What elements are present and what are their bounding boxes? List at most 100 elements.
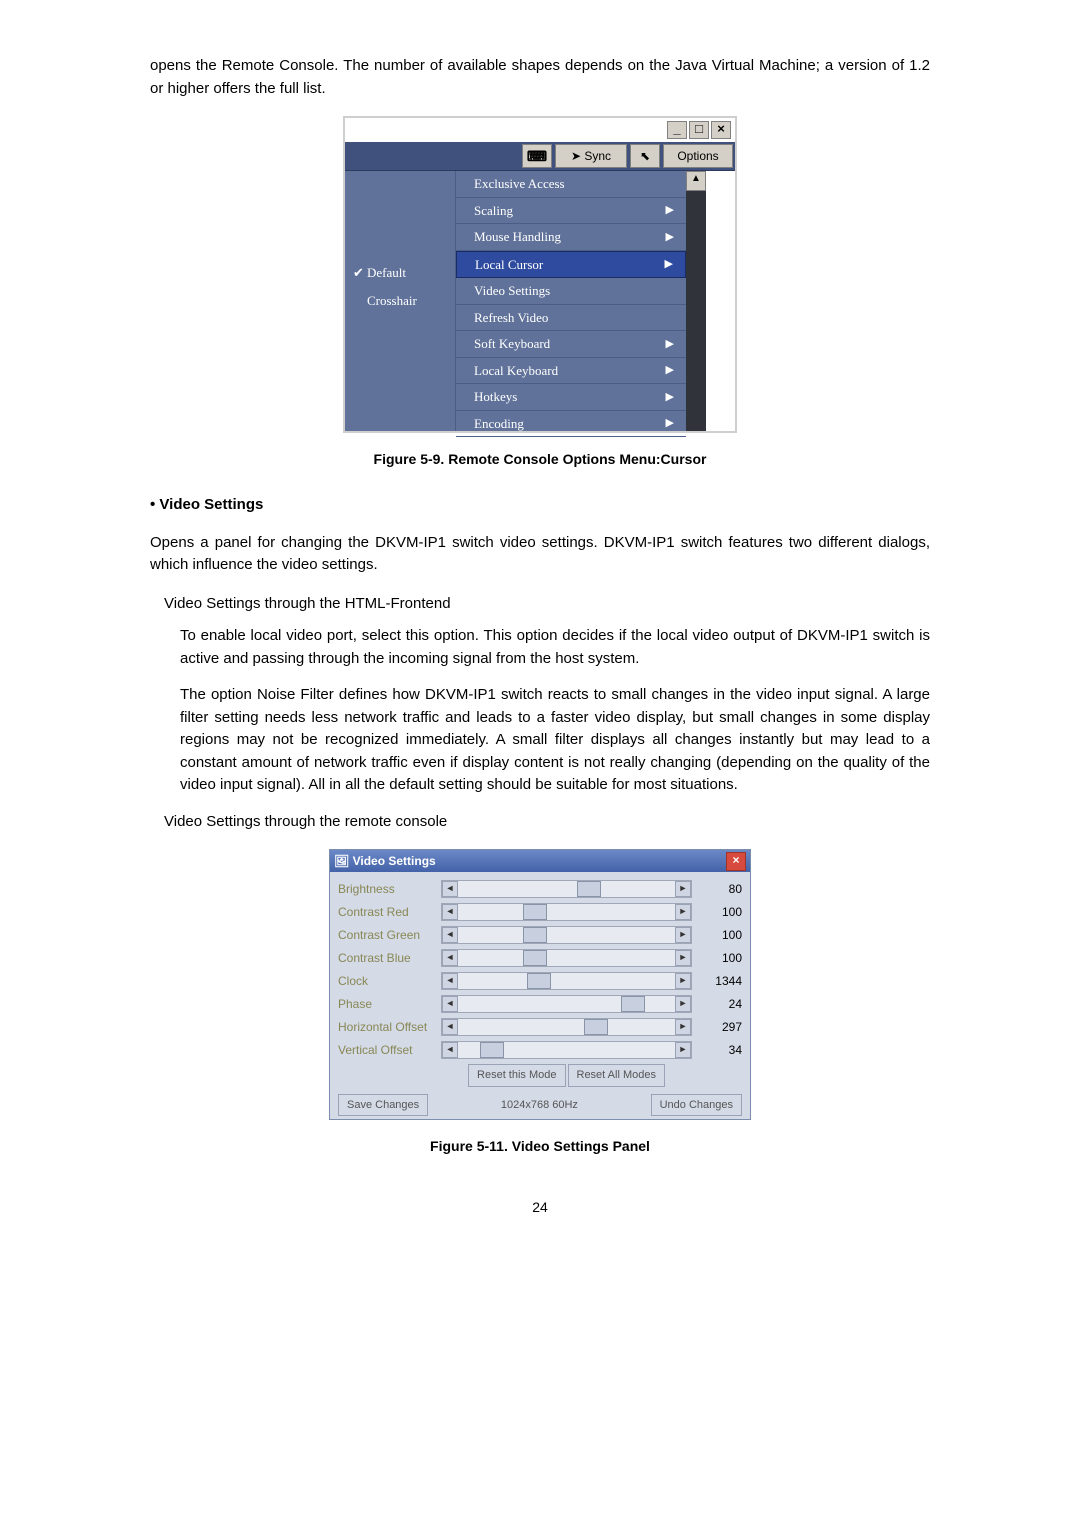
chevron-right-icon[interactable]: ►	[675, 1019, 691, 1035]
chevron-left-icon[interactable]: ◄	[442, 973, 458, 989]
row-contrast-green: Contrast Green ◄ ► 100	[338, 924, 742, 946]
chevron-right-icon[interactable]: ►	[675, 996, 691, 1012]
label-contrast-red: Contrast Red	[338, 903, 441, 921]
figure-1-caption: Figure 5-9. Remote Console Options Menu:…	[150, 449, 930, 470]
chevron-left-icon[interactable]: ◄	[442, 904, 458, 920]
label-contrast-green: Contrast Green	[338, 926, 441, 944]
menu-item-soft-keyboard[interactable]: Soft Keyboard ▶	[456, 331, 686, 358]
value-contrast-green: 100	[698, 926, 742, 944]
titlebar: _ □ ×	[345, 118, 735, 142]
slider-phase[interactable]: ◄ ►	[441, 995, 692, 1013]
submenu-default-label: Default	[367, 263, 406, 283]
menu-item-local-cursor[interactable]: Local Cursor ▶	[456, 251, 686, 279]
figure-2-caption: Figure 5-11. Video Settings Panel	[150, 1136, 930, 1157]
label-contrast-blue: Contrast Blue	[338, 949, 441, 967]
section-text: Opens a panel for changing the DKVM-IP1 …	[150, 532, 930, 577]
menu-item-local-keyboard[interactable]: Local Keyboard ▶	[456, 358, 686, 385]
slider-clock[interactable]: ◄ ►	[441, 972, 692, 990]
label-clock: Clock	[338, 972, 441, 990]
menu-item-scaling[interactable]: Scaling ▶	[456, 198, 686, 225]
slider-contrast-blue[interactable]: ◄ ►	[441, 949, 692, 967]
reset-all-modes-button[interactable]: Reset All Modes	[568, 1064, 665, 1087]
mid-buttons: Reset this Mode Reset All Modes	[441, 1064, 692, 1087]
chevron-right-icon[interactable]: ►	[675, 927, 691, 943]
menu-item-encoding[interactable]: Encoding ▶	[456, 411, 686, 438]
remote-console-window: _ □ × ⌨ ➤ Sync ⬉ Options ✔ Default	[343, 116, 737, 433]
sync-button[interactable]: ➤ Sync	[555, 144, 627, 168]
video-settings-window: 🖼 Video Settings × Brightness ◄ ► 80 Con…	[329, 849, 751, 1120]
pointer-icon: ➤	[571, 147, 581, 165]
slider-thumb[interactable]	[584, 1019, 608, 1035]
chevron-left-icon[interactable]: ◄	[442, 1019, 458, 1035]
value-brightness: 80	[698, 880, 742, 898]
maximize-icon[interactable]: □	[689, 121, 709, 139]
slider-thumb[interactable]	[621, 996, 645, 1012]
submenu-item-crosshair[interactable]: Crosshair	[345, 287, 455, 315]
slider-thumb[interactable]	[480, 1042, 504, 1058]
chevron-right-icon[interactable]: ►	[675, 904, 691, 920]
slider-thumb[interactable]	[523, 904, 547, 920]
row-contrast-red: Contrast Red ◄ ► 100	[338, 901, 742, 923]
slider-brightness[interactable]: ◄ ►	[441, 880, 692, 898]
titlebar: 🖼 Video Settings ×	[330, 850, 750, 872]
chevron-left-icon[interactable]: ◄	[442, 996, 458, 1012]
figure-1-container: _ □ × ⌨ ➤ Sync ⬉ Options ✔ Default	[150, 116, 930, 433]
undo-changes-button[interactable]: Undo Changes	[651, 1094, 742, 1117]
cursor-submenu: ✔ Default Crosshair	[345, 171, 455, 431]
value-clock: 1344	[698, 972, 742, 990]
close-icon[interactable]: ×	[726, 852, 746, 871]
value-contrast-red: 100	[698, 903, 742, 921]
chevron-right-icon[interactable]: ►	[675, 1042, 691, 1058]
panel-body: Brightness ◄ ► 80 Contrast Red ◄ ► 100 C	[330, 872, 750, 1119]
minimize-icon[interactable]: _	[667, 121, 687, 139]
slider-thumb[interactable]	[527, 973, 551, 989]
cursor-icon[interactable]: ⬉	[630, 144, 660, 168]
section-heading-video-settings: • Video Settings	[150, 494, 930, 517]
chevron-left-icon[interactable]: ◄	[442, 1042, 458, 1058]
chevron-right-icon[interactable]: ►	[675, 881, 691, 897]
chevron-left-icon[interactable]: ◄	[442, 950, 458, 966]
row-horizontal-offset: Horizontal Offset ◄ ► 297	[338, 1016, 742, 1038]
options-menu: Exclusive Access Scaling ▶ Mouse Handlin…	[455, 171, 686, 431]
slider-thumb[interactable]	[523, 950, 547, 966]
chevron-right-icon[interactable]: ►	[675, 973, 691, 989]
submenu-item-default[interactable]: ✔ Default	[345, 259, 455, 287]
resolution-label: 1024x768 60Hz	[428, 1097, 650, 1114]
close-icon[interactable]: ×	[711, 121, 731, 139]
scrollbar[interactable]: ▲	[686, 171, 706, 431]
menu-item-hotkeys[interactable]: Hotkeys ▶	[456, 384, 686, 411]
slider-thumb[interactable]	[577, 881, 601, 897]
reset-this-mode-button[interactable]: Reset this Mode	[468, 1064, 565, 1087]
slider-thumb[interactable]	[523, 927, 547, 943]
value-phase: 24	[698, 995, 742, 1013]
slider-horizontal-offset[interactable]: ◄ ►	[441, 1018, 692, 1036]
chevron-right-icon: ▶	[666, 389, 674, 406]
label-brightness: Brightness	[338, 880, 441, 898]
menu-item-refresh-video[interactable]: Refresh Video	[456, 305, 686, 332]
sub-heading-html-frontend: Video Settings through the HTML-Frontend	[164, 593, 930, 616]
menu-item-video-settings[interactable]: Video Settings	[456, 278, 686, 305]
slider-vertical-offset[interactable]: ◄ ►	[441, 1041, 692, 1059]
sub1-paragraph-1: To enable local video port, select this …	[180, 625, 930, 670]
menu-item-exclusive-access[interactable]: Exclusive Access	[456, 171, 686, 198]
sync-label: Sync	[584, 147, 611, 165]
keyboard-icon[interactable]: ⌨	[522, 144, 552, 168]
label-phase: Phase	[338, 995, 441, 1013]
slider-contrast-green[interactable]: ◄ ►	[441, 926, 692, 944]
slider-contrast-red[interactable]: ◄ ►	[441, 903, 692, 921]
options-button[interactable]: Options	[663, 144, 733, 168]
scroll-up-icon[interactable]: ▲	[686, 171, 706, 191]
footer: Save Changes 1024x768 60Hz Undo Changes	[338, 1091, 742, 1117]
sub-heading-remote-console: Video Settings through the remote consol…	[164, 811, 930, 834]
toolbar: ⌨ ➤ Sync ⬉ Options	[345, 142, 735, 171]
chevron-left-icon[interactable]: ◄	[442, 881, 458, 897]
chevron-right-icon[interactable]: ►	[675, 950, 691, 966]
save-changes-button[interactable]: Save Changes	[338, 1094, 428, 1117]
value-vertical-offset: 34	[698, 1041, 742, 1059]
top-paragraph: opens the Remote Console. The number of …	[150, 55, 930, 100]
chevron-right-icon: ▶	[666, 362, 674, 379]
menu-item-mouse-handling[interactable]: Mouse Handling ▶	[456, 224, 686, 251]
row-clock: Clock ◄ ► 1344	[338, 970, 742, 992]
chevron-left-icon[interactable]: ◄	[442, 927, 458, 943]
sub1-paragraph-2: The option Noise Filter defines how DKVM…	[180, 684, 930, 797]
